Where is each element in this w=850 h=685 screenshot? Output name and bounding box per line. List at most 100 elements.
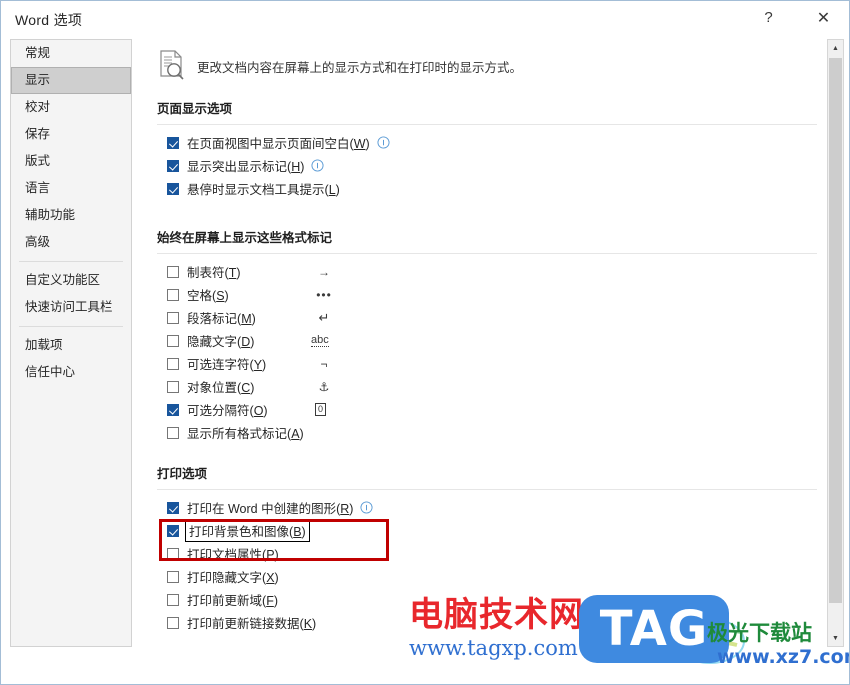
- checkbox[interactable]: [167, 570, 179, 583]
- option-row[interactable]: 显示所有格式标记(A): [157, 421, 817, 444]
- sidebar-item-0[interactable]: 常规: [11, 40, 131, 67]
- option-row[interactable]: 段落标记(M) ↵: [157, 306, 817, 329]
- access-key: P: [266, 548, 275, 562]
- option-label: 隐藏文字(D): [187, 335, 255, 349]
- section-1: 始终在屏幕上显示这些格式标记 制表符(T) → 空格(S) ••• 段落标记(M) ↵ 隐藏文…: [157, 227, 817, 444]
- option-label: 在页面视图中显示页面间空白(W): [187, 137, 370, 151]
- checkbox[interactable]: [167, 265, 179, 278]
- checkbox[interactable]: [167, 593, 179, 606]
- option-row[interactable]: 对象位置(C) ⚓: [157, 375, 817, 398]
- checkbox[interactable]: [167, 403, 179, 416]
- title-bar: Word 选项 ? ✕: [1, 1, 849, 34]
- access-key: X: [266, 571, 275, 585]
- close-icon[interactable]: ✕: [801, 1, 846, 34]
- access-key: B: [293, 525, 302, 539]
- option-label: 打印背景色和图像(B): [185, 519, 310, 542]
- document-preview-icon: [160, 50, 184, 80]
- page-title: Word 选项: [15, 12, 83, 28]
- checkbox[interactable]: [167, 136, 179, 149]
- access-key: K: [303, 617, 313, 631]
- option-row[interactable]: 制表符(T) →: [157, 260, 817, 283]
- sidebar-item-4[interactable]: 版式: [11, 148, 131, 175]
- sidebar: 常规 显示 校对 保存 版式 语言 辅助功能 高级自定义功能区 快速访问工具栏 加载项 信任中心: [10, 39, 132, 647]
- option-label: 对象位置(C): [187, 381, 255, 395]
- checkbox[interactable]: [167, 426, 179, 439]
- checkbox[interactable]: [167, 159, 179, 172]
- option-row[interactable]: 隐藏文字(D) abc: [157, 329, 817, 352]
- option-row[interactable]: 可选连字符(Y) ¬: [157, 352, 817, 375]
- option-label: 悬停时显示文档工具提示(L): [187, 183, 340, 197]
- access-key: A: [291, 427, 300, 441]
- option-row[interactable]: 打印背景色和图像(B): [157, 519, 817, 542]
- option-label: 显示突出显示标记(H): [187, 160, 305, 174]
- checkbox[interactable]: [167, 547, 179, 560]
- section-title: 页面显示选项: [157, 102, 233, 116]
- option-label: 可选分隔符(O): [187, 404, 268, 418]
- sidebar-item-11[interactable]: 信任中心: [11, 359, 131, 386]
- access-key: M: [241, 312, 252, 326]
- option-row[interactable]: 打印前更新链接数据(K): [157, 611, 817, 634]
- sidebar-item-10[interactable]: 加载项: [11, 332, 131, 359]
- info-icon[interactable]: [311, 159, 324, 172]
- access-key: L: [328, 183, 336, 197]
- sidebar-item-6[interactable]: 辅助功能: [11, 202, 131, 229]
- option-row[interactable]: 打印在 Word 中创建的图形(R): [157, 496, 817, 519]
- section-divider: [157, 253, 817, 254]
- sidebar-item-2[interactable]: 校对: [11, 94, 131, 121]
- option-row[interactable]: 可选分隔符(O) 0: [157, 398, 817, 421]
- checkbox[interactable]: [167, 501, 179, 514]
- checkbox[interactable]: [167, 311, 179, 324]
- scroll-up-arrow-icon[interactable]: ▲: [828, 40, 843, 56]
- access-key: Y: [253, 358, 263, 372]
- sidebar-item-5[interactable]: 语言: [11, 175, 131, 202]
- checkbox[interactable]: [167, 524, 179, 537]
- access-key: T: [228, 266, 237, 280]
- access-key: R: [340, 502, 350, 516]
- format-mark-glyph: abc: [311, 334, 329, 347]
- option-row[interactable]: 空格(S) •••: [157, 283, 817, 306]
- sidebar-item-7[interactable]: 高级: [11, 229, 131, 256]
- sidebar-separator: [19, 261, 123, 262]
- format-mark-glyph: ¬: [320, 356, 328, 371]
- option-label: 段落标记(M): [187, 312, 256, 326]
- format-mark-glyph: →: [318, 264, 330, 279]
- description-text: 更改文档内容在屏幕上的显示方式和在打印时的显示方式。: [197, 61, 523, 75]
- format-mark-glyph: •••: [316, 287, 332, 302]
- help-icon[interactable]: ?: [746, 1, 791, 34]
- checkbox[interactable]: [167, 288, 179, 301]
- sidebar-item-1[interactable]: 显示: [11, 67, 131, 94]
- checkbox[interactable]: [167, 334, 179, 347]
- info-icon[interactable]: [377, 136, 390, 149]
- option-row[interactable]: 在页面视图中显示页面间空白(W): [157, 131, 817, 154]
- option-label: 打印文档属性(P): [187, 548, 279, 562]
- option-label: 打印在 Word 中创建的图形(R): [187, 502, 354, 516]
- checkbox[interactable]: [167, 380, 179, 393]
- checkbox[interactable]: [167, 182, 179, 195]
- option-label: 制表符(T): [187, 266, 241, 280]
- sidebar-separator: [19, 326, 123, 327]
- access-key: D: [241, 335, 251, 349]
- vertical-scrollbar[interactable]: ▲ ▼: [827, 39, 844, 647]
- section-title: 打印选项: [157, 467, 208, 481]
- sidebar-item-3[interactable]: 保存: [11, 121, 131, 148]
- option-label: 显示所有格式标记(A): [187, 427, 304, 441]
- option-row[interactable]: 打印文档属性(P): [157, 542, 817, 565]
- word-options-dialog: Word 选项 ? ✕ 常规 显示 校对 保存 版式 语言 辅助功能 高级自定义功能区 快速访问…: [0, 0, 850, 685]
- scrollbar-thumb[interactable]: [829, 58, 842, 603]
- sidebar-item-9[interactable]: 快速访问工具栏: [11, 294, 131, 321]
- option-row[interactable]: 显示突出显示标记(H): [157, 154, 817, 177]
- checkbox[interactable]: [167, 616, 179, 629]
- option-row[interactable]: 打印前更新域(F): [157, 588, 817, 611]
- option-row[interactable]: 悬停时显示文档工具提示(L): [157, 177, 817, 200]
- sidebar-item-8[interactable]: 自定义功能区: [11, 267, 131, 294]
- dialog-footer: 确定 取消: [1, 644, 849, 684]
- option-label: 空格(S): [187, 289, 229, 303]
- checkbox[interactable]: [167, 357, 179, 370]
- option-row[interactable]: 打印隐藏文字(X): [157, 565, 817, 588]
- option-label: 打印隐藏文字(X): [187, 571, 279, 585]
- info-icon[interactable]: [360, 501, 374, 514]
- section-2: 打印选项打印在 Word 中创建的图形(R) 打印背景色和图像(B) 打印文档属性(…: [157, 463, 817, 634]
- section-divider: [157, 124, 817, 125]
- section-title: 始终在屏幕上显示这些格式标记: [157, 231, 333, 245]
- access-key: H: [291, 160, 301, 174]
